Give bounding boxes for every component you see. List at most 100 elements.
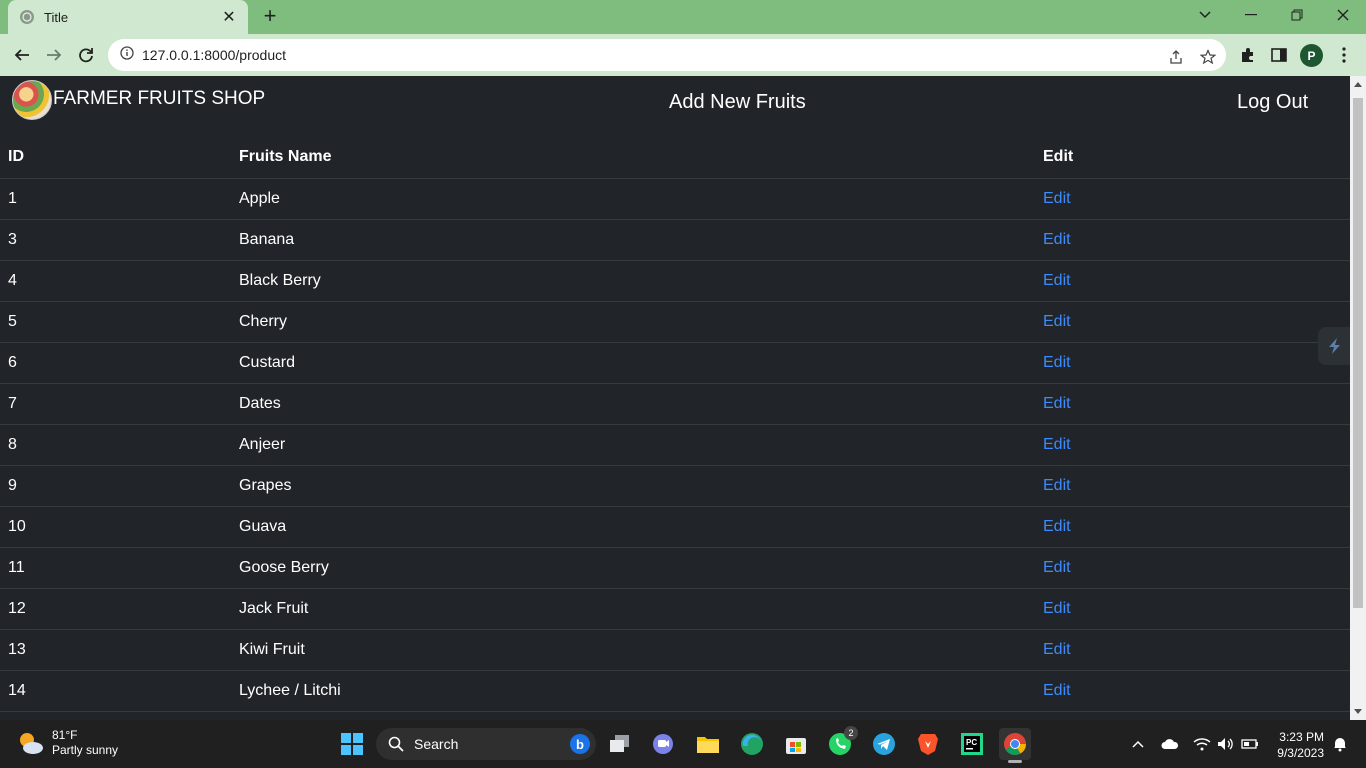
brave-icon[interactable]: [912, 728, 944, 760]
whatsapp-icon[interactable]: 2: [824, 726, 858, 760]
edge-icon[interactable]: [736, 728, 768, 760]
cell-fruit-name: Apple: [231, 178, 1035, 220]
taskbar-search[interactable]: Search b: [376, 728, 596, 760]
bing-icon[interactable]: b: [570, 734, 590, 754]
clock-time: 3:23 PM: [1279, 730, 1324, 744]
edit-link[interactable]: Edit: [1043, 354, 1071, 371]
chrome-icon[interactable]: [999, 728, 1031, 763]
cell-id: 6: [0, 342, 231, 384]
cell-id: 14: [0, 670, 231, 712]
forward-arrow-icon[interactable]: [42, 43, 66, 67]
cell-id: 13: [0, 629, 231, 671]
side-panel-icon[interactable]: [1268, 44, 1290, 66]
log-out-link[interactable]: Log Out: [1237, 91, 1308, 114]
weather-temperature: 81°F: [52, 728, 78, 742]
cell-fruit-name: Black Berry: [231, 260, 1035, 302]
file-explorer-icon[interactable]: [692, 728, 724, 760]
edit-link[interactable]: Edit: [1043, 682, 1071, 699]
edit-link[interactable]: Edit: [1043, 231, 1071, 248]
search-icon: [388, 736, 404, 752]
close-window-icon[interactable]: [1320, 0, 1366, 30]
site-navbar: FARMER FRUITS SHOP Add New Fruits Log Ou…: [0, 76, 1350, 132]
table-row: 9 Grapes Edit: [0, 465, 1350, 507]
cell-id: 8: [0, 424, 231, 466]
windows-taskbar: 81°F Partly sunny Search b 2 PC 3:23 PM …: [0, 720, 1366, 768]
close-tab-icon[interactable]: ✕: [220, 7, 238, 27]
share-icon[interactable]: [1166, 47, 1186, 67]
cell-fruit-name: Anjeer: [231, 424, 1035, 466]
info-icon[interactable]: [120, 45, 134, 65]
page-scrollbar[interactable]: [1350, 76, 1366, 720]
weather-description: Partly sunny: [52, 743, 119, 757]
table-row: 14 Lychee / Litchi Edit: [0, 670, 1350, 712]
add-new-fruits-link[interactable]: Add New Fruits: [669, 91, 806, 114]
battery-icon[interactable]: [1240, 734, 1260, 754]
cell-id: 7: [0, 383, 231, 425]
floating-extension-icon[interactable]: [1318, 327, 1352, 365]
extensions-puzzle-icon[interactable]: [1237, 44, 1259, 66]
table-row: 12 Jack Fruit Edit: [0, 588, 1350, 630]
wifi-icon[interactable]: [1192, 734, 1212, 754]
table-row: 1 Apple Edit: [0, 178, 1350, 220]
cell-id: 1: [0, 178, 231, 220]
address-bar[interactable]: 127.0.0.1:8000/product: [108, 39, 1226, 71]
new-tab-button[interactable]: +: [258, 5, 282, 29]
edit-link[interactable]: Edit: [1043, 313, 1071, 330]
edit-link[interactable]: Edit: [1043, 190, 1071, 207]
clock-date: 9/3/2023: [1277, 746, 1324, 760]
header-id: ID: [0, 137, 231, 179]
table-row: 11 Goose Berry Edit: [0, 547, 1350, 589]
table-row: 10 Guava Edit: [0, 506, 1350, 548]
cell-fruit-name: Jack Fruit: [231, 588, 1035, 630]
cell-id: 10: [0, 506, 231, 548]
onedrive-cloud-icon[interactable]: [1160, 734, 1180, 754]
table-row: 3 Banana Edit: [0, 219, 1350, 261]
table-header-row: ID Fruits Name Edit: [0, 137, 1350, 179]
search-label: Search: [414, 736, 459, 752]
edit-link[interactable]: Edit: [1043, 518, 1071, 535]
bookmark-star-icon[interactable]: [1198, 47, 1218, 67]
browser-tab-bar: Title ✕ +: [0, 0, 1366, 34]
taskbar-clock[interactable]: 3:23 PM 9/3/2023: [1268, 729, 1324, 761]
cell-id: 11: [0, 547, 231, 589]
url-text: 127.0.0.1:8000/product: [142, 47, 287, 63]
header-edit: Edit: [1035, 137, 1350, 179]
weather-widget[interactable]: 81°F Partly sunny: [16, 728, 118, 758]
brand-name[interactable]: FARMER FRUITS SHOP: [53, 88, 265, 110]
reload-icon[interactable]: [74, 43, 98, 67]
cell-id: 4: [0, 260, 231, 302]
minimize-icon[interactable]: [1228, 0, 1274, 30]
notifications-icon[interactable]: [1330, 734, 1350, 754]
scrollbar-thumb[interactable]: [1353, 98, 1363, 608]
restore-icon[interactable]: [1274, 0, 1320, 30]
edit-link[interactable]: Edit: [1043, 559, 1071, 576]
volume-icon[interactable]: [1216, 734, 1236, 754]
task-view-icon[interactable]: [604, 728, 636, 760]
edit-link[interactable]: Edit: [1043, 395, 1071, 412]
fruit-logo-icon[interactable]: [12, 80, 52, 120]
cell-fruit-name: Custard: [231, 342, 1035, 384]
table-row: 13 Kiwi Fruit Edit: [0, 629, 1350, 671]
edit-link[interactable]: Edit: [1043, 641, 1071, 658]
microsoft-store-icon[interactable]: [780, 728, 812, 760]
edit-link[interactable]: Edit: [1043, 436, 1071, 453]
windows-start-icon[interactable]: [336, 728, 368, 760]
show-hidden-icons-chevron-icon[interactable]: [1128, 734, 1148, 754]
scroll-down-arrow-icon[interactable]: [1354, 709, 1362, 714]
tab-search-chevron-icon[interactable]: [1182, 0, 1228, 30]
edit-link[interactable]: Edit: [1043, 477, 1071, 494]
kebab-menu-icon[interactable]: [1333, 44, 1355, 66]
profile-avatar[interactable]: P: [1300, 44, 1323, 67]
teams-chat-icon[interactable]: [647, 728, 679, 760]
partly-sunny-icon: [20, 733, 43, 754]
scroll-up-arrow-icon[interactable]: [1354, 82, 1362, 87]
pycharm-icon[interactable]: PC: [956, 728, 988, 760]
browser-tab[interactable]: Title ✕: [8, 0, 248, 34]
back-arrow-icon[interactable]: [10, 43, 34, 67]
table-row: 8 Anjeer Edit: [0, 424, 1350, 466]
cell-fruit-name: Banana: [231, 219, 1035, 261]
telegram-icon[interactable]: [868, 728, 900, 760]
edit-link[interactable]: Edit: [1043, 600, 1071, 617]
cell-fruit-name: Guava: [231, 506, 1035, 548]
edit-link[interactable]: Edit: [1043, 272, 1071, 289]
